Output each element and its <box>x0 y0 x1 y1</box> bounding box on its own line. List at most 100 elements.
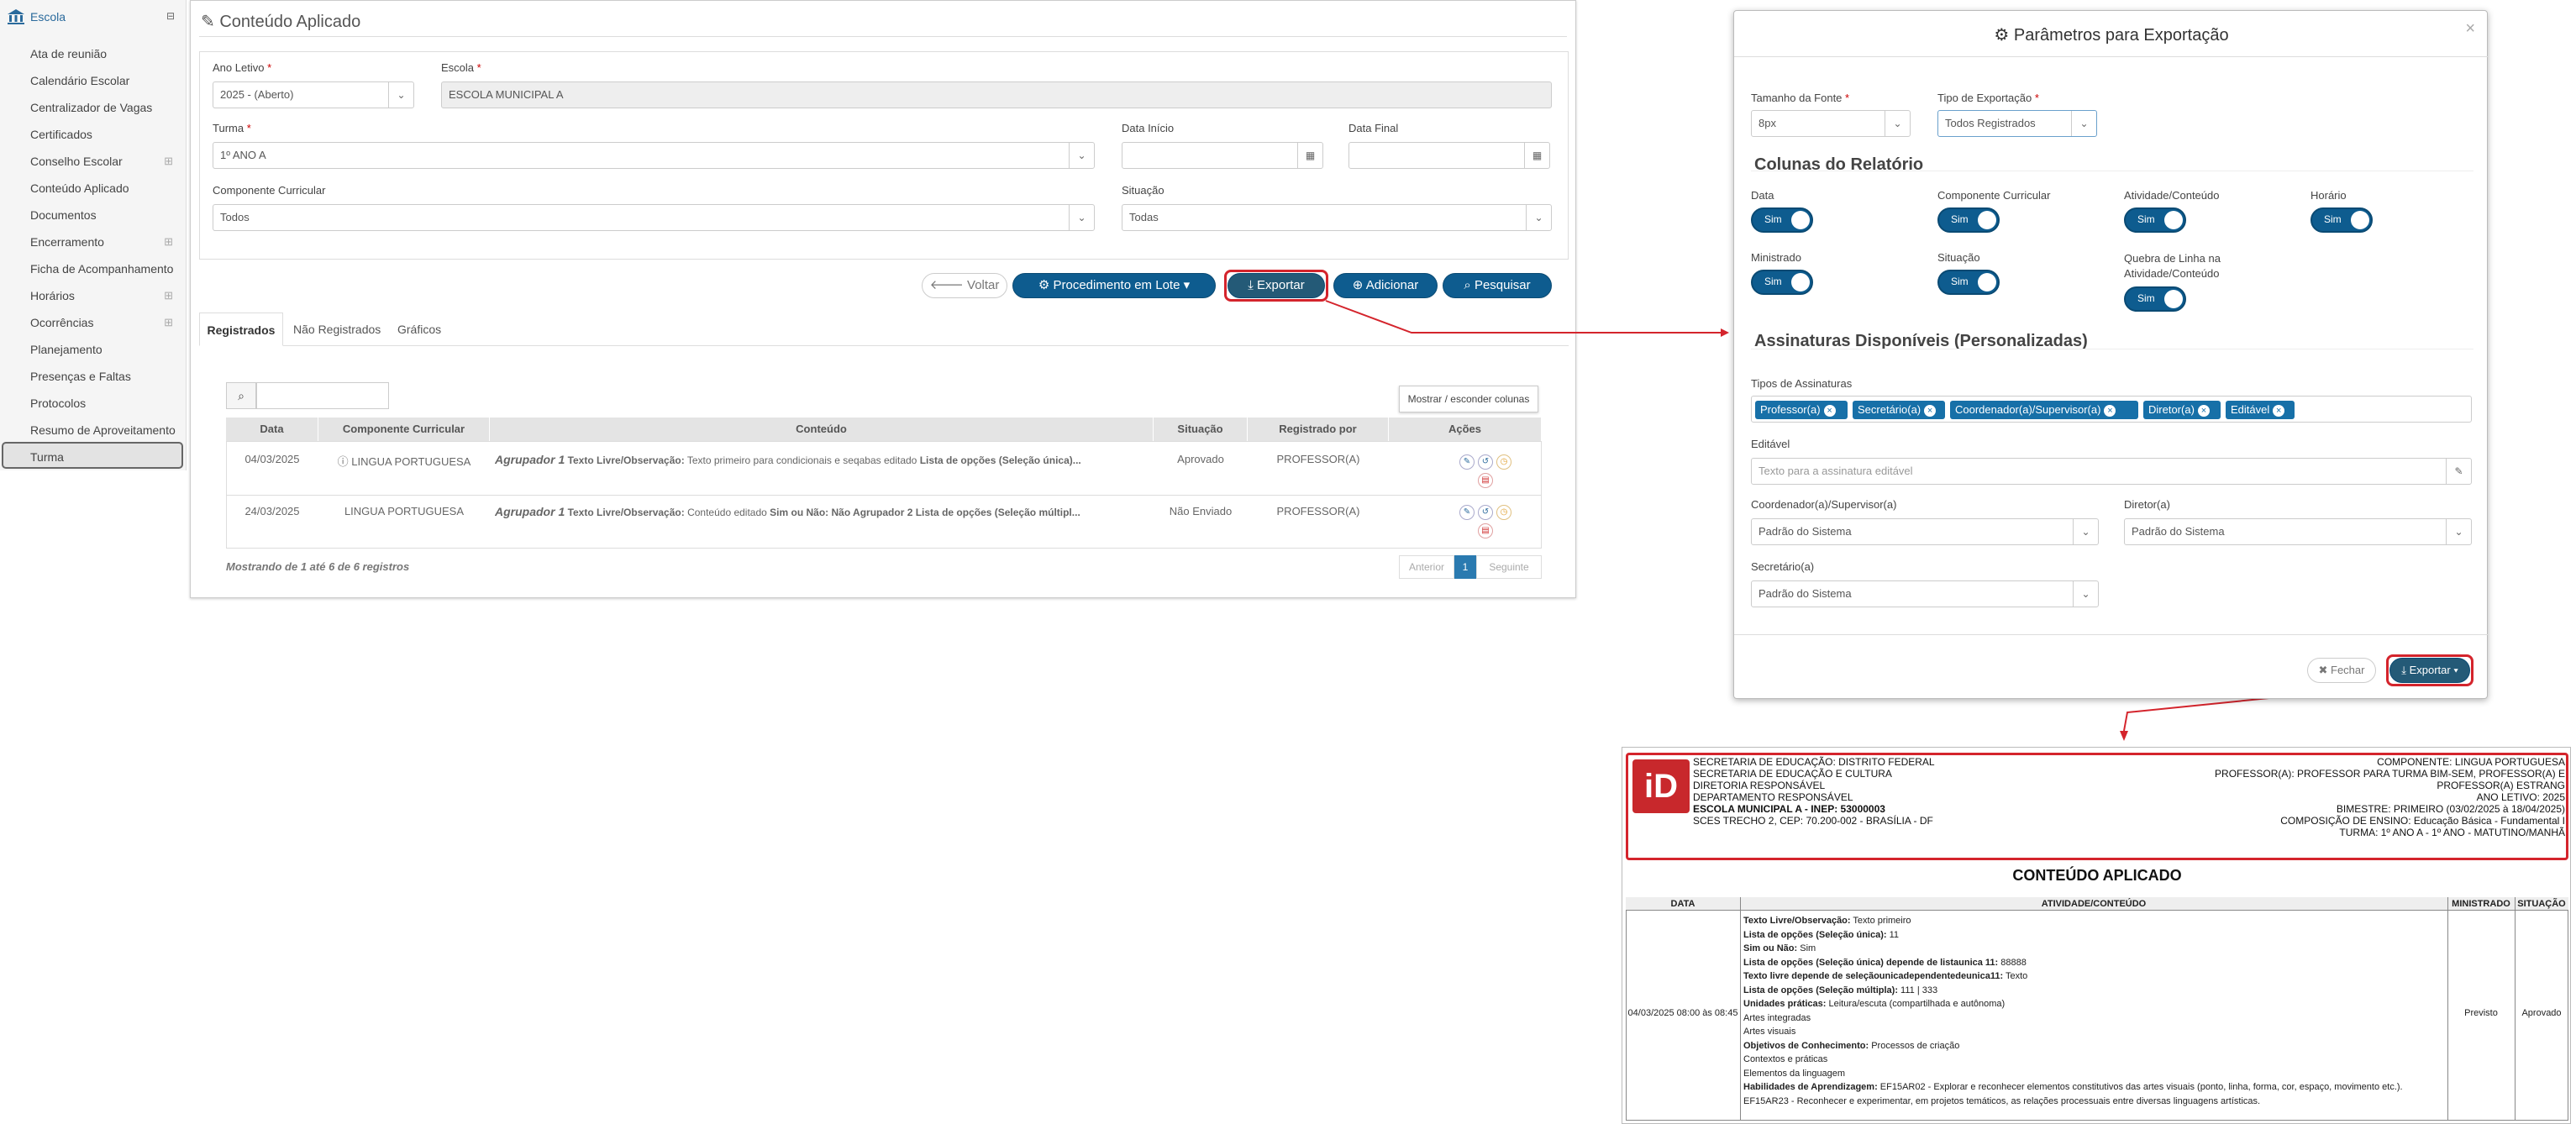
sidebar-item-ficha[interactable]: Ficha de Acompanhamento <box>0 255 187 282</box>
chip-coordenador[interactable]: Coordenador(a)/Supervisor(a) × <box>1950 401 2138 419</box>
row-divider <box>226 495 1542 496</box>
pagination-next[interactable]: Seguinte <box>1476 555 1542 579</box>
sidebar-item-calendario[interactable]: Calendário Escolar <box>0 67 187 94</box>
history-icon[interactable]: ◷ <box>1496 505 1511 520</box>
col-header-conteudo[interactable]: Conteúdo <box>490 418 1154 441</box>
sidebar-item-ocorrencias[interactable]: Ocorrências ⊞ <box>0 309 187 336</box>
data-final-input[interactable]: ▦ <box>1348 142 1550 169</box>
table-search-input[interactable] <box>256 382 389 409</box>
chip-diretor[interactable]: Diretor(a) × <box>2143 401 2221 419</box>
fechar-button[interactable]: ✖ Fechar <box>2307 658 2376 683</box>
tab-graficos[interactable]: Gráficos <box>397 313 441 346</box>
toggle-columns-button[interactable]: Mostrar / esconder colunas <box>1399 386 1538 412</box>
sidebar-item-certificados[interactable]: Certificados <box>0 121 187 148</box>
data-inicio-label: Data Início <box>1122 122 1175 134</box>
sidebar-item-protocolos[interactable]: Protocolos <box>0 390 187 417</box>
switch-label: Horário <box>2311 189 2347 202</box>
edit-icon[interactable]: ✎ <box>1459 454 1475 470</box>
componente-select[interactable]: Todos ⌄ <box>213 204 1095 231</box>
sidebar-item-horarios[interactable]: Horários ⊞ <box>0 282 187 309</box>
secretario-label: Secretário(a) <box>1751 560 1815 573</box>
sidebar-item-label: Protocolos <box>30 397 87 410</box>
tab-registrados[interactable]: Registrados <box>199 313 283 346</box>
sidebar-item-resumo[interactable]: Resumo de Aproveitamento <box>0 417 187 444</box>
pesquisar-button[interactable]: ⌕ Pesquisar <box>1443 273 1552 298</box>
col-header-registrado[interactable]: Registrado por <box>1248 418 1389 441</box>
data-switch[interactable]: Sim <box>1751 207 1813 233</box>
sidebar-item-label: Conselho Escolar <box>30 155 123 168</box>
procedimento-lote-button[interactable]: ⚙ Procedimento em Lote ▾ <box>1012 273 1216 298</box>
switch-label: Componente Curricular <box>1937 189 2051 202</box>
ministrado-switch[interactable]: Sim <box>1751 270 1813 295</box>
tipo-select[interactable]: Todos Registrados ⌄ <box>1937 110 2097 137</box>
voltar-button[interactable]: 🡐 Voltar <box>922 273 1007 298</box>
col-header-acoes: Ações <box>1389 418 1542 441</box>
main-panel: ✎ Conteúdo Aplicado Ano Letivo * 2025 - … <box>190 0 1576 598</box>
sidebar-item-documentos[interactable]: Documentos <box>0 202 187 228</box>
turma-select[interactable]: 1º ANO A ⌄ <box>213 142 1095 169</box>
cell-componente: ⓘ LINGUA PORTUGUESA <box>337 455 471 468</box>
sidebar-item-label: Conteúdo Aplicado <box>30 181 129 195</box>
diretor-select[interactable]: Padrão do Sistema ⌄ <box>2124 518 2472 545</box>
ano-letivo-select[interactable]: 2025 - (Aberto) ⌄ <box>213 81 414 108</box>
adicionar-button[interactable]: ⊕ Adicionar <box>1333 273 1438 298</box>
sidebar-item-conselho[interactable]: Conselho Escolar ⊞ <box>0 148 187 175</box>
calendar-icon[interactable]: ▦ <box>1524 143 1549 168</box>
sidebar-item-label: Calendário Escolar <box>30 74 130 87</box>
chip-professor[interactable]: Professor(a) × <box>1755 401 1848 419</box>
sidebar-item-turma[interactable]: Turma <box>2 442 183 469</box>
sidebar-item-ata[interactable]: Ata de reunião <box>0 40 187 67</box>
report-cell-data: 04/03/2025 08:00 às 08:45 <box>1627 1008 1738 1018</box>
data-inicio-input[interactable]: ▦ <box>1122 142 1323 169</box>
sidebar-item-conteudo[interactable]: Conteúdo Aplicado <box>0 175 187 202</box>
calendar-icon[interactable]: ▦ <box>1297 143 1322 168</box>
highlight-box <box>1224 270 1328 302</box>
collapse-icon[interactable]: ⊟ <box>166 10 175 22</box>
tab-nao-registrados[interactable]: Não Registrados <box>293 313 381 346</box>
secretario-select[interactable]: Padrão do Sistema ⌄ <box>1751 580 2099 607</box>
chip-secretario[interactable]: Secretário(a) × <box>1853 401 1945 419</box>
history-icon[interactable]: ◷ <box>1496 454 1511 470</box>
close-icon[interactable]: × <box>2465 19 2475 39</box>
sidebar-item-encerramento[interactable]: Encerramento ⊞ <box>0 228 187 255</box>
search-icon[interactable]: ⌕ <box>226 382 256 409</box>
pagination-prev[interactable]: Anterior <box>1399 555 1454 579</box>
remove-icon[interactable]: × <box>1924 405 1937 417</box>
escola-field[interactable]: ESCOLA MUNICIPAL A <box>441 81 1552 108</box>
remove-icon[interactable]: × <box>2197 405 2210 417</box>
remove-icon[interactable]: × <box>1823 405 1836 417</box>
horario-switch[interactable]: Sim <box>2311 207 2373 233</box>
tamanho-select[interactable]: 8px ⌄ <box>1751 110 1911 137</box>
sidebar-item-label: Presenças e Faltas <box>30 370 131 383</box>
escola-label: Escola * <box>441 61 481 74</box>
col-header-data[interactable]: Data <box>226 418 318 441</box>
situacao-select[interactable]: Todas ⌄ <box>1122 204 1552 231</box>
sidebar-item-presencas[interactable]: Presenças e Faltas <box>0 363 187 390</box>
sidebar-item-centralizador[interactable]: Centralizador de Vagas <box>0 94 187 121</box>
quebra-linha-switch[interactable]: Sim <box>2124 286 2186 312</box>
chevron-down-icon: ⌄ <box>2073 581 2098 607</box>
sidebar-item-label: Documentos <box>30 208 97 222</box>
trash-icon[interactable]: ▤ <box>1478 473 1493 488</box>
chevron-down-icon: ⌄ <box>2073 519 2098 544</box>
divider <box>1734 634 2489 635</box>
remove-icon[interactable]: × <box>2104 405 2116 417</box>
sidebar-item-planejamento[interactable]: Planejamento <box>0 336 187 363</box>
coord-select[interactable]: Padrão do Sistema ⌄ <box>1751 518 2099 545</box>
situacao-switch[interactable]: Sim <box>1937 270 2000 295</box>
trash-icon[interactable]: ▤ <box>1478 523 1493 538</box>
col-header-situacao[interactable]: Situação <box>1154 418 1248 441</box>
edit-icon[interactable]: ✎ <box>1459 505 1475 520</box>
col-header-componente[interactable]: Componente Curricular <box>318 418 490 441</box>
atividade-switch[interactable]: Sim <box>2124 207 2186 233</box>
pagination-page[interactable]: 1 <box>1454 555 1476 579</box>
undo-icon[interactable]: ↺ <box>1478 454 1493 470</box>
chip-editavel[interactable]: Editável × <box>2226 401 2295 419</box>
editavel-input[interactable]: Texto para a assinatura editável ✎ <box>1751 458 2472 485</box>
sidebar-header-escola[interactable]: Escola ⊟ <box>0 0 187 35</box>
school-building-icon <box>8 9 24 24</box>
componente-switch[interactable]: Sim <box>1937 207 2000 233</box>
highlight-box <box>2386 654 2473 686</box>
undo-icon[interactable]: ↺ <box>1478 505 1493 520</box>
remove-icon[interactable]: × <box>2273 405 2285 417</box>
